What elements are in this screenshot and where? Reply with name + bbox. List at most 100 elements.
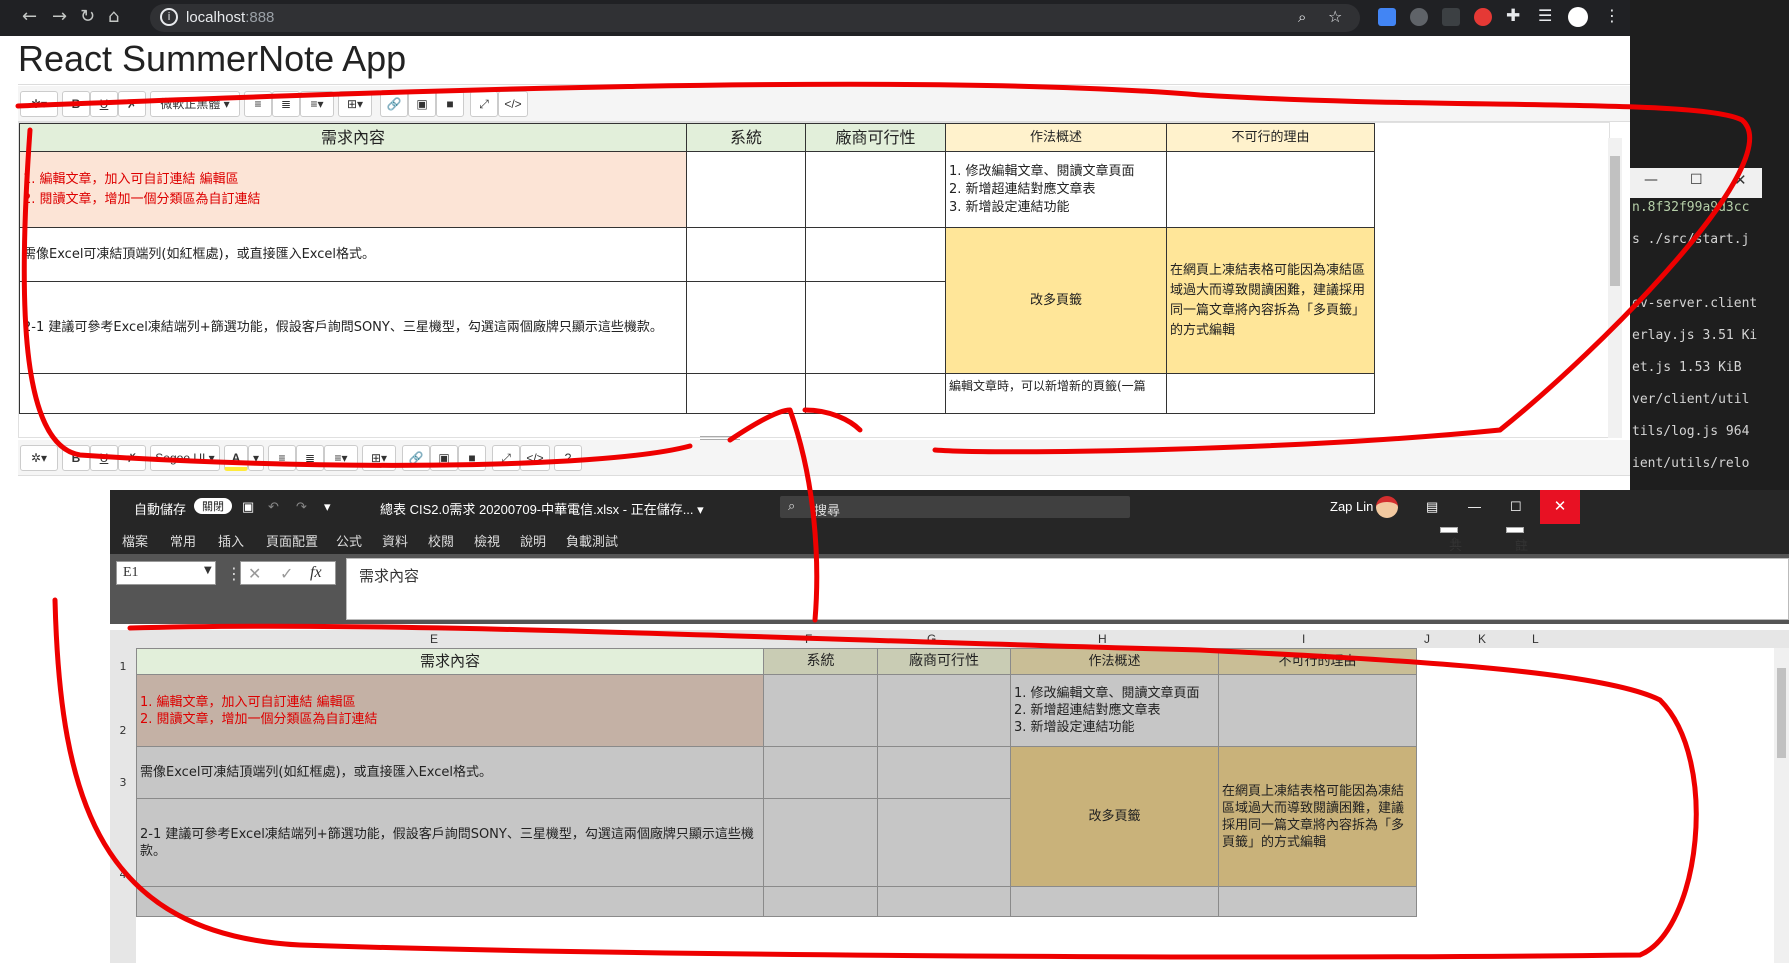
paragraph-dropdown[interactable]: ≡▾ [324, 445, 358, 471]
scrollbar-thumb[interactable] [1777, 668, 1786, 758]
scrollbar-thumb[interactable] [1610, 156, 1620, 286]
sheet-cell[interactable] [763, 886, 878, 917]
ordered-list-button[interactable]: ≣ [296, 445, 324, 471]
puzzle-extensions-icon[interactable]: ✚ [1506, 6, 1520, 26]
share-button[interactable]: ⇪ 共用 [1440, 527, 1462, 572]
sheet-cell[interactable]: 需求內容 [136, 648, 764, 675]
table-dropdown[interactable]: ⊞▾ [338, 91, 372, 117]
translate-extension-icon[interactable] [1378, 8, 1396, 26]
name-box-dropdown-icon[interactable]: ▼ [204, 565, 212, 576]
sheet-cell[interactable] [136, 886, 764, 917]
zoom-icon[interactable]: ⌕ [1298, 8, 1306, 26]
font-color-dropdown[interactable]: ▾ [248, 445, 264, 471]
table-cell[interactable]: 編輯文章時，可以新增新的頁籤(一篇 [945, 373, 1167, 414]
font-family-dropdown[interactable]: 微軟正黑體 ▾ [150, 91, 240, 117]
font-family-dropdown[interactable]: Segoe UI ▾ [150, 445, 220, 471]
tab-data[interactable]: 資料 [382, 531, 408, 550]
minimize-icon[interactable]: — [1644, 172, 1658, 188]
column-header[interactable]: K [1478, 632, 1486, 646]
insert-function-icon[interactable]: fx [310, 564, 322, 582]
sheet-cell[interactable]: 在網頁上凍結表格可能因為凍結區域過大而導致閱讀困難，建議採用同一篇文章將內容拆為… [1218, 746, 1417, 887]
sheet-cell[interactable]: 2-1 建議可參考Excel凍結端列+篩選功能，假設客戶詢問SONY、三星機型，… [136, 798, 764, 887]
sheet-cell[interactable] [877, 798, 1011, 887]
tab-load-test[interactable]: 負載測試 [566, 531, 618, 550]
table-cell[interactable]: 1. 編輯文章，加入可自訂連結 編輯區 2. 閱讀文章，增加一個分類區為自訂連結 [19, 151, 687, 228]
header-cell[interactable]: 作法概述 [945, 123, 1167, 152]
sheet-cell[interactable]: 系統 [763, 648, 878, 675]
code-view-button[interactable]: </> [498, 91, 528, 117]
sheet-cell[interactable]: 作法概述 [1010, 648, 1219, 675]
sheet-scrollbar[interactable] [1774, 648, 1789, 963]
sheet-cell[interactable]: 1. 編輯文章，加入可自訂連結 編輯區 2. 閱讀文章，增加一個分類區為自訂連結 [136, 674, 764, 747]
style-dropdown-button[interactable]: ✲▾ [20, 91, 58, 117]
redo-icon[interactable]: ↷ [296, 499, 307, 515]
column-header[interactable]: H [1098, 632, 1107, 646]
undo-icon[interactable]: ↶ [268, 499, 279, 515]
customize-qat-icon[interactable]: ▾ [324, 499, 331, 515]
enter-formula-icon[interactable]: ✓ [280, 564, 293, 583]
sheet-cell[interactable] [877, 746, 1011, 799]
tab-formulas[interactable]: 公式 [336, 531, 362, 550]
ribbon-display-icon[interactable]: ▤ [1426, 499, 1438, 515]
table-cell[interactable] [19, 373, 687, 414]
sheet-cell[interactable]: 廠商可行性 [877, 648, 1011, 675]
underline-button[interactable]: U [90, 445, 118, 471]
column-header[interactable]: E [430, 632, 438, 646]
table-cell[interactable] [686, 151, 806, 228]
sheet-cell[interactable]: 不可行的理由 [1218, 648, 1417, 675]
table-cell[interactable]: 2-1 建議可參考Excel凍結端列+篩選功能，假設客戶詢問SONY、三星機型，… [19, 281, 687, 374]
table-cell[interactable]: 在網頁上凍結表格可能因為凍結區域過大而導致閱讀困難，建議採用同一篇文章將內容拆為… [1166, 227, 1375, 374]
adblock-extension-icon[interactable] [1474, 8, 1492, 26]
row-header[interactable]: 2 [110, 724, 136, 737]
minimize-icon[interactable]: — [1468, 499, 1481, 514]
extension-icon[interactable] [1410, 8, 1428, 26]
table-cell[interactable]: 需像Excel可凍結頂端列(如紅框處)，或直接匯入Excel格式。 [19, 227, 687, 282]
table-cell[interactable] [686, 281, 806, 374]
tab-home[interactable]: 常用 [170, 531, 196, 550]
sheet-cell[interactable]: 需像Excel可凍結頂端列(如紅框處)，或直接匯入Excel格式。 [136, 746, 764, 799]
formula-input[interactable]: 需求內容 [346, 558, 1789, 620]
picture-button[interactable]: ▣ [430, 445, 458, 471]
picture-button[interactable]: ▣ [408, 91, 436, 117]
header-cell[interactable]: 系統 [686, 123, 806, 152]
column-header[interactable]: G [927, 632, 936, 646]
video-button[interactable]: ■ [436, 91, 464, 117]
unordered-list-button[interactable]: ≡ [268, 445, 296, 471]
tab-page-layout[interactable]: 頁面配置 [266, 531, 318, 550]
row-header[interactable]: 1 [110, 660, 136, 673]
table-cell[interactable] [805, 227, 946, 282]
comments-button[interactable]: ▭ 註解 [1506, 527, 1528, 572]
fullscreen-button[interactable]: ⤢ [470, 91, 498, 117]
tab-view[interactable]: 檢視 [474, 531, 500, 550]
code-view-button[interactable]: </> [520, 445, 550, 471]
extension-icon[interactable] [1442, 8, 1460, 26]
sheet-cell[interactable] [877, 886, 1011, 917]
user-avatar[interactable] [1376, 496, 1398, 518]
menu-kebab-icon[interactable]: ⋮ [1604, 6, 1620, 25]
table-cell[interactable] [805, 151, 946, 228]
maximize-icon[interactable]: ☐ [1510, 499, 1522, 515]
user-name[interactable]: Zap Lin [1330, 499, 1373, 514]
paragraph-dropdown[interactable]: ≡▾ [300, 91, 334, 117]
tab-review[interactable]: 校閱 [428, 531, 454, 550]
search-input[interactable]: ⌕ 搜尋 [780, 496, 1130, 518]
name-box[interactable]: E1 [116, 561, 216, 585]
table-cell[interactable] [1166, 151, 1375, 228]
tab-help[interactable]: 說明 [520, 531, 546, 550]
column-header[interactable]: J [1424, 632, 1430, 646]
tab-insert[interactable]: 插入 [218, 531, 244, 550]
table-cell[interactable] [805, 281, 946, 374]
autosave-toggle[interactable]: 關閉 [194, 498, 232, 514]
back-icon[interactable]: ← [22, 6, 37, 27]
sheet-cell[interactable] [763, 746, 878, 799]
save-icon[interactable]: ▣ [242, 499, 254, 515]
link-button[interactable]: 🔗 [402, 445, 430, 471]
column-header[interactable]: F [805, 632, 812, 646]
row-header[interactable]: 4 [110, 868, 136, 881]
editor-content[interactable]: 需求內容 系統 廠商可行性 作法概述 不可行的理由 1. 編輯文章，加入可自訂連… [18, 122, 1610, 438]
spreadsheet-grid[interactable]: 需求內容 系統 廠商可行性 作法概述 不可行的理由 1. 編輯文章，加入可自訂連… [136, 648, 1417, 917]
column-header[interactable]: I [1302, 632, 1305, 646]
info-icon[interactable]: i [160, 8, 178, 26]
close-icon[interactable]: ✕ [1734, 171, 1747, 189]
table-cell[interactable] [686, 227, 806, 282]
